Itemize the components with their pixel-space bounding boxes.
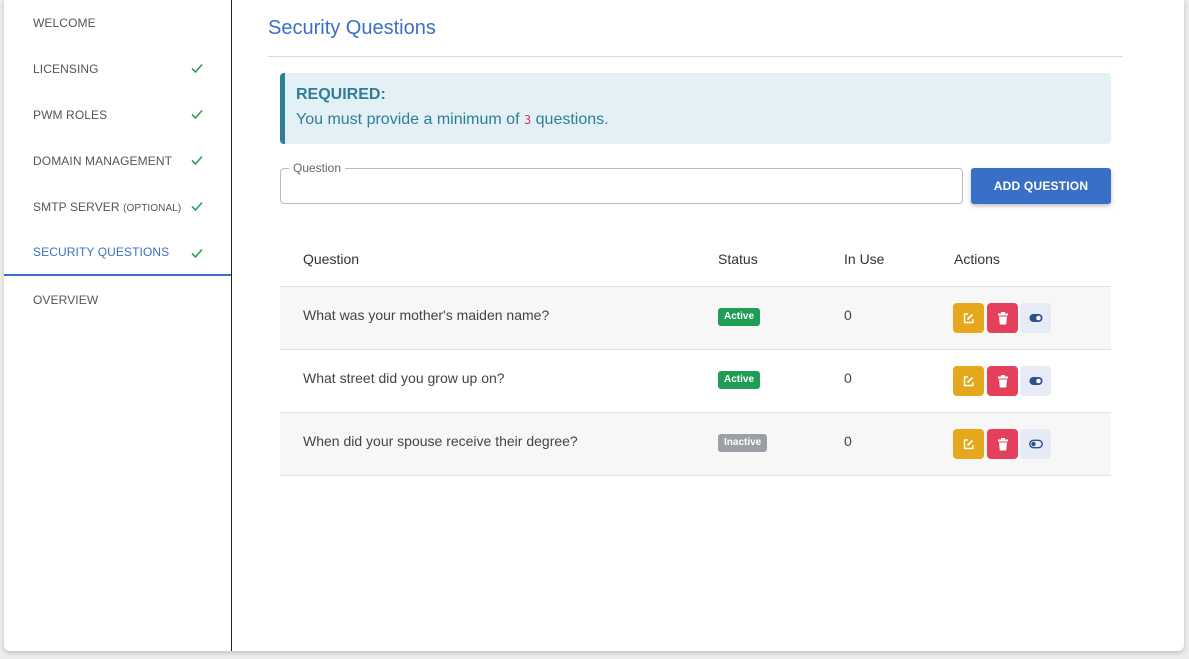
sidebar-item-label: WELCOME xyxy=(33,16,96,30)
edit-icon xyxy=(963,438,974,449)
delete-button[interactable] xyxy=(987,429,1018,459)
toggle-icon xyxy=(1029,377,1042,385)
check-icon xyxy=(191,201,203,212)
setup-window: WELCOME LICENSING PWM ROLES DOMAIN MANAG… xyxy=(4,0,1184,651)
edit-icon xyxy=(963,312,974,323)
toggle-button[interactable] xyxy=(1020,303,1051,333)
required-alert: REQUIRED: You must provide a minimum of … xyxy=(280,73,1111,144)
in-use-count: 0 xyxy=(844,307,852,323)
question-field: Question xyxy=(280,161,963,204)
main-content: Security Questions REQUIRED: You must pr… xyxy=(232,0,1184,651)
check-icon xyxy=(191,155,203,166)
add-question-button[interactable]: ADD QUESTION xyxy=(971,168,1111,204)
sidebar-item-pwm-roles[interactable]: PWM ROLES xyxy=(4,92,231,138)
header-in-use: In Use xyxy=(844,251,885,267)
status-badge: Active xyxy=(718,308,761,326)
sidebar: WELCOME LICENSING PWM ROLES DOMAIN MANAG… xyxy=(4,0,232,651)
alert-text-before: You must provide a minimum of xyxy=(296,111,520,128)
edit-button[interactable] xyxy=(953,429,984,459)
table-row: What was your mother's maiden name? Acti… xyxy=(280,287,1111,350)
trash-icon xyxy=(997,311,1008,324)
header-question: Question xyxy=(303,251,360,267)
sidebar-item-suffix: (OPTIONAL) xyxy=(123,203,182,214)
table-row: When did your spouse receive their degre… xyxy=(280,413,1111,476)
sidebar-item-label: SMTP SERVER xyxy=(33,200,120,214)
question-input[interactable] xyxy=(281,169,962,203)
check-icon xyxy=(191,248,203,259)
delete-button[interactable] xyxy=(987,303,1018,333)
alert-title: REQUIRED: xyxy=(296,86,386,103)
delete-button[interactable] xyxy=(987,366,1018,396)
question-text: What street did you grow up on? xyxy=(303,370,505,386)
alert-text-after: questions. xyxy=(535,111,609,128)
check-icon xyxy=(191,63,203,74)
sidebar-item-label: OVERVIEW xyxy=(33,293,99,307)
check-icon xyxy=(191,109,203,120)
header-status: Status xyxy=(718,251,758,267)
page-title: Security Questions xyxy=(268,17,436,39)
sidebar-item-overview[interactable]: OVERVIEW xyxy=(4,277,231,323)
alert-text: You must provide a minimum of 3 question… xyxy=(296,111,1111,129)
edit-button[interactable] xyxy=(953,303,984,333)
edit-icon xyxy=(963,375,974,386)
trash-icon xyxy=(997,374,1008,387)
table-row: What street did you grow up on? Active 0 xyxy=(280,350,1111,413)
sidebar-item-smtp-server[interactable]: SMTP SERVER (OPTIONAL) xyxy=(4,184,231,230)
sidebar-item-domain-management[interactable]: DOMAIN MANAGEMENT xyxy=(4,138,231,184)
trash-icon xyxy=(997,437,1008,450)
table-header: Question Status In Use Actions xyxy=(280,234,1111,287)
status-badge: Inactive xyxy=(718,434,768,452)
title-divider xyxy=(268,56,1123,57)
toggle-icon xyxy=(1029,314,1042,322)
alert-min-count: 3 xyxy=(523,113,532,127)
edit-button[interactable] xyxy=(953,366,984,396)
toggle-button[interactable] xyxy=(1020,429,1051,459)
toggle-button[interactable] xyxy=(1020,366,1051,396)
sidebar-item-welcome[interactable]: WELCOME xyxy=(4,0,231,46)
toggle-icon xyxy=(1028,439,1043,449)
sidebar-item-licensing[interactable]: LICENSING xyxy=(4,46,231,92)
status-badge: Active xyxy=(718,371,761,389)
question-text: What was your mother's maiden name? xyxy=(303,307,550,323)
header-actions: Actions xyxy=(954,251,1000,267)
in-use-count: 0 xyxy=(844,433,852,449)
questions-table: Question Status In Use Actions What was … xyxy=(280,234,1111,476)
in-use-count: 0 xyxy=(844,370,852,386)
sidebar-item-security-questions[interactable]: SECURITY QUESTIONS xyxy=(4,230,231,276)
question-text: When did your spouse receive their degre… xyxy=(303,433,578,449)
